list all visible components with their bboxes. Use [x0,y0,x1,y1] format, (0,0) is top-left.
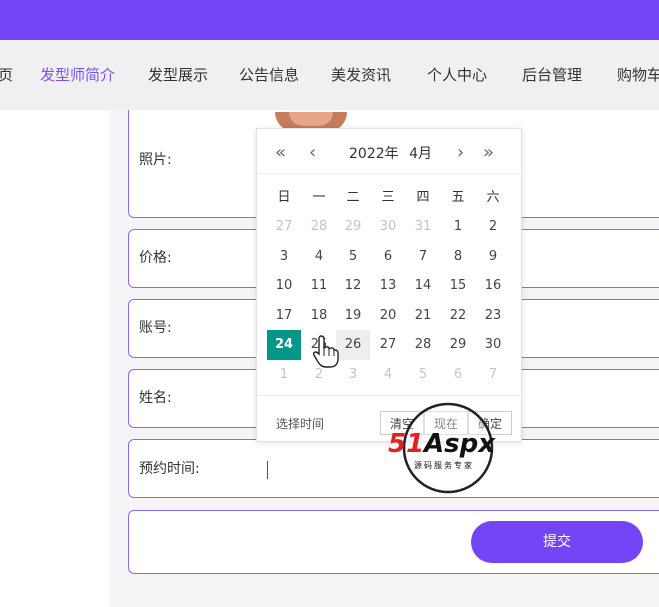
nav-item-admin[interactable]: 后台管理 [522,64,582,86]
nav-item-stylists[interactable]: 发型师简介 [40,64,115,86]
nav-item-announcements[interactable]: 公告信息 [239,64,299,86]
day-cell[interactable]: 5 [336,242,370,272]
day-cell[interactable]: 23 [476,301,510,331]
weekday-label: 六 [486,190,500,205]
day-cell[interactable]: 19 [336,301,370,331]
day-cell[interactable]: 28 [406,330,440,360]
day-cell[interactable]: 12 [336,271,370,301]
date-picker: « ‹ 2022年 4月 › » 日一二三四五六 27 28 29 30 31 1 2 3 4 5… [256,128,523,442]
day-cell[interactable]: 28 [302,212,336,242]
prev-month-icon[interactable]: ‹ [309,141,316,165]
day-cell[interactable]: 17 [267,301,301,331]
price-label: 价格: [139,250,172,266]
day-cell-selected[interactable]: 24 [267,330,301,360]
day-cell[interactable]: 13 [371,271,405,301]
nav-item-home[interactable]: 页 [0,64,13,86]
nav-bar: 页 发型师简介 发型展示 公告信息 美发资讯 个人中心 后台管理 购物车 [0,40,659,110]
day-cell[interactable]: 20 [371,301,405,331]
time-label: 预约时间: [139,461,200,477]
day-cell[interactable]: 1 [267,360,301,390]
hand-cursor-icon [312,335,339,368]
time-input-caret[interactable] [267,461,268,479]
nav-item-styles[interactable]: 发型展示 [148,64,208,86]
day-cell[interactable]: 3 [267,242,301,272]
photo-label: 照片: [139,152,172,168]
header-divider [257,173,523,174]
day-cell[interactable]: 22 [441,301,475,331]
day-cell[interactable]: 1 [441,212,475,242]
day-cell[interactable]: 9 [476,242,510,272]
month-year-title: 2022年 4月 [349,144,432,164]
day-cell[interactable]: 29 [336,212,370,242]
day-cell[interactable]: 30 [476,330,510,360]
day-cell[interactable]: 14 [406,271,440,301]
left-panel [0,110,110,607]
day-cell[interactable]: 29 [441,330,475,360]
nav-item-news[interactable]: 美发资讯 [331,64,391,86]
account-label: 账号: [139,320,172,336]
day-cell[interactable]: 27 [267,212,301,242]
prev-year-icon[interactable]: « [275,141,286,165]
day-cell[interactable]: 7 [406,242,440,272]
day-cell[interactable]: 6 [371,242,405,272]
day-cell[interactable]: 6 [441,360,475,390]
weekday-label: 三 [381,190,395,205]
nav-item-profile[interactable]: 个人中心 [427,64,487,86]
watermark-logo: 51 Aspx 源码服务专家 [388,402,496,494]
day-cell[interactable]: 30 [371,212,405,242]
year-label[interactable]: 2022年 [349,146,399,162]
day-cell[interactable]: 10 [267,271,301,301]
day-cell[interactable]: 11 [302,271,336,301]
svg-text:51: 51 [388,429,424,459]
submit-button[interactable]: 提交 [471,521,643,563]
day-cell[interactable]: 16 [476,271,510,301]
day-cell[interactable]: 8 [441,242,475,272]
day-cell[interactable]: 21 [406,301,440,331]
day-cell[interactable]: 5 [406,360,440,390]
svg-text:Aspx: Aspx [422,429,496,459]
weekday-label: 五 [451,190,465,205]
weekday-label: 日 [277,190,291,205]
weekday-label: 二 [346,190,360,205]
day-cell[interactable]: 15 [441,271,475,301]
day-cell[interactable]: 7 [476,360,510,390]
next-month-icon[interactable]: › [457,141,464,165]
day-cell[interactable]: 4 [371,360,405,390]
weekday-label: 一 [312,190,326,205]
day-cell[interactable]: 18 [302,301,336,331]
day-cell[interactable]: 4 [302,242,336,272]
day-cell[interactable]: 31 [406,212,440,242]
name-label: 姓名: [139,390,172,406]
day-cell[interactable]: 3 [336,360,370,390]
day-cell[interactable]: 26 [336,330,370,360]
nav-item-cart[interactable]: 购物车 [617,64,659,86]
day-cell[interactable]: 2 [476,212,510,242]
day-cell[interactable]: 27 [371,330,405,360]
footer-divider [257,395,523,396]
top-bar [0,0,659,40]
weekday-label: 四 [416,190,430,205]
next-year-icon[interactable]: » [483,141,494,165]
select-time-link[interactable]: 选择时间 [276,415,324,433]
month-label[interactable]: 4月 [409,146,432,162]
svg-text:源码服务专家: 源码服务专家 [414,460,474,470]
